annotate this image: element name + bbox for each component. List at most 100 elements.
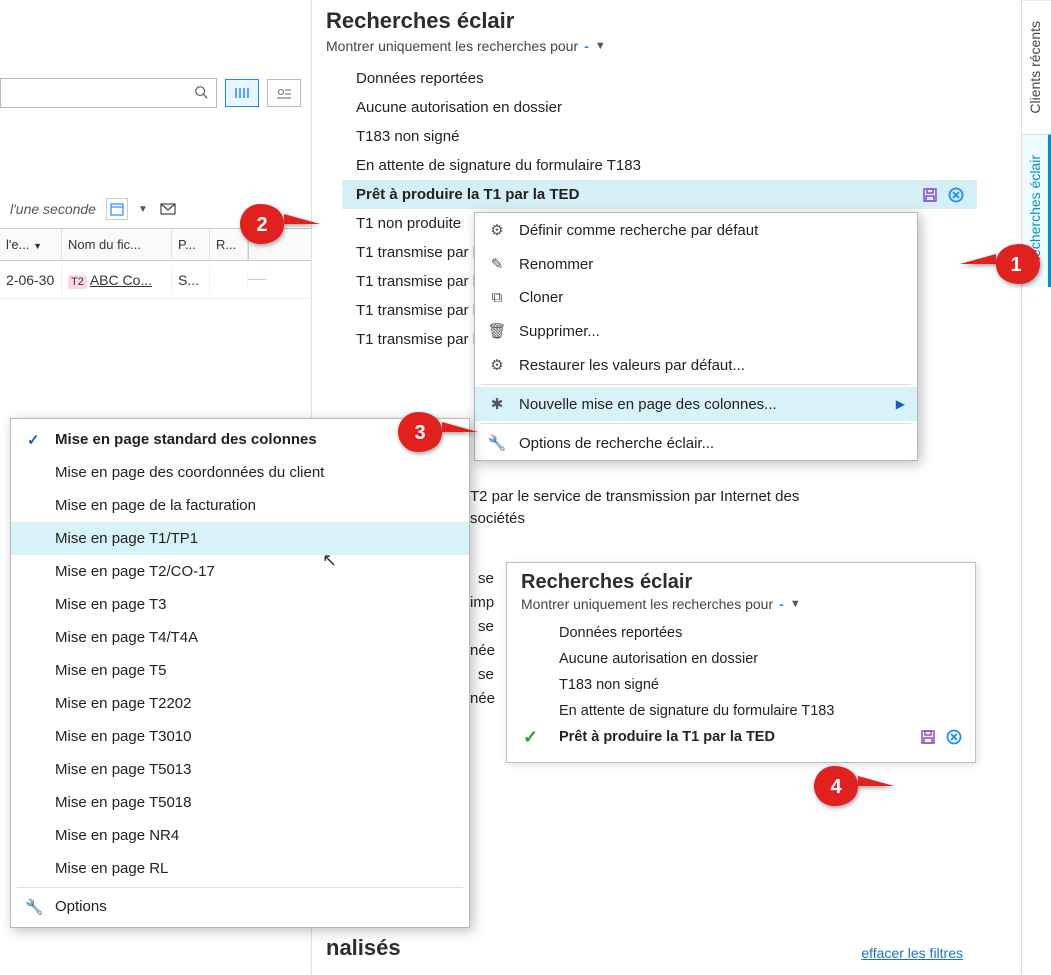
status-text: l'une seconde (10, 201, 96, 217)
card-button[interactable] (267, 79, 301, 107)
quicksearch-popup: Recherches éclair Montrer uniquement les… (506, 562, 976, 763)
clipped-text: née (470, 690, 495, 707)
cell-file: T2ABC Co... (62, 266, 172, 294)
layout-item[interactable]: Mise en page des coordonnées du client (11, 456, 469, 489)
clipped-text: se (478, 666, 494, 683)
chevron-down-icon[interactable]: ▼ (790, 598, 801, 610)
footer: nalisés effacer les filtres (312, 935, 977, 975)
cm-clone[interactable]: ⧉Cloner (475, 281, 917, 314)
panel2-list: Données reportées Aucune autorisation en… (507, 620, 975, 750)
callout-3: 3 (396, 408, 478, 456)
cell-r (210, 274, 248, 286)
svg-text:3: 3 (414, 422, 425, 444)
layout-item-t1tp1[interactable]: Mise en page T1/TP1 (11, 522, 469, 555)
layout-item[interactable]: Mise en page T3010 (11, 720, 469, 753)
search-item[interactable]: Aucune autorisation en dossier (545, 646, 975, 672)
gear-icon: ⚙ (487, 221, 507, 239)
svg-text:1: 1 (1010, 254, 1021, 276)
search-input[interactable] (0, 78, 217, 108)
panel-title: Recherches éclair (312, 0, 977, 38)
search-icon (194, 85, 208, 102)
th-date[interactable]: l'e... ▼ (0, 229, 62, 260)
right-rail: Clients récents Recherches éclair (1021, 0, 1051, 975)
clipped-text: T2 par le service de transmission par In… (470, 488, 799, 505)
layout-item[interactable]: Mise en page de la facturation (11, 489, 469, 522)
footer-heading-fragment: nalisés (326, 935, 401, 961)
search-item[interactable]: T183 non signé (545, 672, 975, 698)
clipped-text: se (478, 618, 494, 635)
cell-date: 2-06-30 (0, 266, 62, 294)
layout-submenu: ✓Mise en page standard des colonnes Mise… (10, 418, 470, 928)
panel2-filter[interactable]: Montrer uniquement les recherches pour -… (507, 596, 975, 620)
panel-filter[interactable]: Montrer uniquement les recherches pour -… (312, 38, 977, 64)
filter-value: - (584, 38, 589, 54)
save-icon[interactable] (919, 728, 937, 746)
wrench-icon: 🔧 (487, 434, 507, 452)
layout-options[interactable]: 🔧Options (11, 890, 469, 923)
search-item-active[interactable]: ✓ Prêt à produire la T1 par la TED (545, 724, 975, 750)
filter-value: - (779, 596, 784, 612)
cm-set-default[interactable]: ⚙Définir comme recherche par défaut (475, 213, 917, 247)
cell-progress: S... (172, 266, 210, 294)
layout-item[interactable]: Mise en page T2202 (11, 687, 469, 720)
close-icon[interactable] (947, 186, 965, 204)
columns-button[interactable] (225, 79, 259, 107)
layout-item[interactable]: Mise en page T2/CO-17 (11, 555, 469, 588)
layout-item[interactable]: Mise en page NR4 (11, 819, 469, 852)
check-icon: ✓ (27, 431, 40, 449)
svg-text:2: 2 (256, 214, 267, 236)
cm-new-layout[interactable]: ✱Nouvelle mise en page des colonnes...▶ (475, 387, 917, 421)
gear-icon: ⚙ (487, 356, 507, 374)
cm-delete[interactable]: 🗑Supprimer... (475, 314, 917, 348)
callout-2: 2 (238, 200, 320, 248)
chevron-down-icon[interactable]: ▼ (595, 40, 606, 52)
wrench-icon: 🔧 (25, 898, 44, 916)
calendar-button[interactable] (106, 198, 128, 220)
search-item[interactable]: Données reportées (342, 64, 977, 93)
layout-item[interactable]: Mise en page T3 (11, 588, 469, 621)
table-row[interactable]: 2-06-30 T2ABC Co... S... (0, 261, 311, 299)
clipped-text: se (478, 570, 494, 587)
search-item[interactable]: En attente de signature du formulaire T1… (545, 698, 975, 724)
search-toolbar (0, 0, 311, 118)
callout-4: 4 (812, 762, 894, 810)
layout-item[interactable]: Mise en page T5013 (11, 753, 469, 786)
cm-options[interactable]: 🔧Options de recherche éclair... (475, 426, 917, 460)
cm-rename[interactable]: ✎Renommer (475, 247, 917, 281)
th-filename[interactable]: Nom du fic... (62, 229, 172, 260)
chevron-down-icon[interactable]: ▼ (138, 204, 148, 215)
search-item[interactable]: En attente de signature du formulaire T1… (342, 151, 977, 180)
rail-tab-recents[interactable]: Clients récents (1022, 0, 1051, 134)
search-item[interactable]: T183 non signé (342, 122, 977, 151)
th-progress[interactable]: P... (172, 229, 210, 260)
trash-icon: 🗑 (487, 322, 507, 340)
callout-1: 1 (960, 240, 1040, 288)
check-icon: ✓ (523, 727, 538, 748)
save-icon[interactable] (921, 186, 939, 204)
close-icon[interactable] (945, 728, 963, 746)
layout-item[interactable]: Mise en page RL (11, 852, 469, 885)
clear-filters-link[interactable]: effacer les filtres (861, 945, 963, 961)
svg-text:4: 4 (830, 776, 842, 798)
layout-item[interactable]: Mise en page T5 (11, 654, 469, 687)
scrollbar[interactable] (248, 279, 266, 280)
search-item[interactable]: Données reportées (545, 620, 975, 646)
copy-icon: ⧉ (487, 289, 507, 306)
separator (481, 384, 911, 385)
panel2-title: Recherches éclair (507, 571, 975, 596)
mail-button[interactable] (158, 198, 180, 220)
asterisk-icon: ✱ (487, 395, 507, 413)
separator (17, 887, 463, 888)
context-menu: ⚙Définir comme recherche par défaut ✎Ren… (474, 212, 918, 461)
search-item-active[interactable]: Prêt à produire la T1 par la TED (342, 180, 977, 209)
clipped-text: imp (470, 594, 494, 611)
layout-item[interactable]: Mise en page T4/T4A (11, 621, 469, 654)
separator (481, 423, 911, 424)
cursor-icon: ↖ (322, 550, 337, 571)
pencil-icon: ✎ (487, 255, 507, 273)
layout-item[interactable]: Mise en page T5018 (11, 786, 469, 819)
search-item[interactable]: Aucune autorisation en dossier (342, 93, 977, 122)
cm-restore[interactable]: ⚙Restaurer les valeurs par défaut... (475, 348, 917, 382)
chevron-right-icon: ▶ (896, 397, 905, 411)
file-type-badge: T2 (68, 275, 87, 289)
